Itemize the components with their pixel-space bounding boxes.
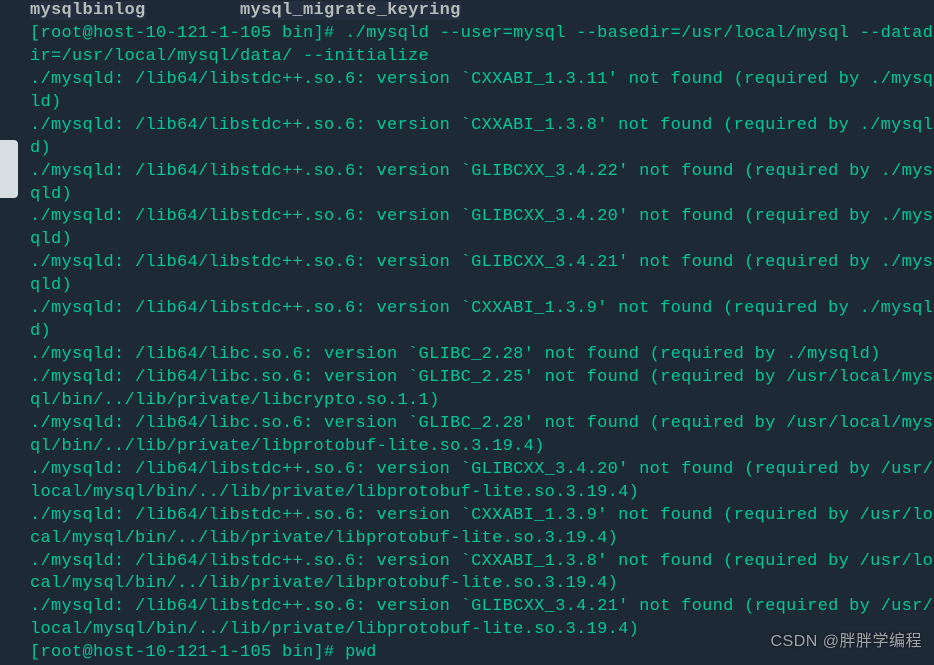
error-line: ./mysqld: /lib64/libstdc++.so.6: version… — [30, 252, 934, 298]
shell-prompt: [root@host-10-121-1-105 bin]# — [30, 643, 345, 662]
error-line: ./mysqld: /lib64/libstdc++.so.6: version… — [30, 115, 934, 161]
error-line: ./mysqld: /lib64/libstdc++.so.6: version… — [30, 69, 934, 115]
edge-tab — [0, 140, 18, 198]
cmd-mysqlbinlog: mysqlbinlog — [30, 1, 146, 20]
error-line: ./mysqld: /lib64/libc.so.6: version `GLI… — [30, 344, 934, 367]
terminal-output[interactable]: mysqlbinlog mysql_migrate_keyring [root@… — [0, 0, 934, 665]
error-line: ./mysqld: /lib64/libc.so.6: version `GLI… — [30, 367, 934, 413]
pwd-command: pwd — [345, 643, 377, 662]
command-line-1: [root@host-10-121-1-105 bin]# ./mysqld -… — [30, 23, 934, 69]
shell-prompt: [root@host-10-121-1-105 bin]# — [30, 24, 345, 43]
error-line: ./mysqld: /lib64/libstdc++.so.6: version… — [30, 505, 934, 551]
error-line: ./mysqld: /lib64/libstdc++.so.6: version… — [30, 551, 934, 597]
error-line: ./mysqld: /lib64/libstdc++.so.6: version… — [30, 161, 934, 207]
cmd-mysql-migrate-keyring: mysql_migrate_keyring — [240, 1, 461, 20]
watermark: CSDN @胖胖学编程 — [770, 631, 922, 653]
error-line: ./mysqld: /lib64/libc.so.6: version `GLI… — [30, 413, 934, 459]
error-line: ./mysqld: /lib64/libstdc++.so.6: version… — [30, 459, 934, 505]
error-line: ./mysqld: /lib64/libstdc++.so.6: version… — [30, 206, 934, 252]
error-line: ./mysqld: /lib64/libstdc++.so.6: version… — [30, 298, 934, 344]
header-commands: mysqlbinlog mysql_migrate_keyring — [30, 0, 934, 23]
